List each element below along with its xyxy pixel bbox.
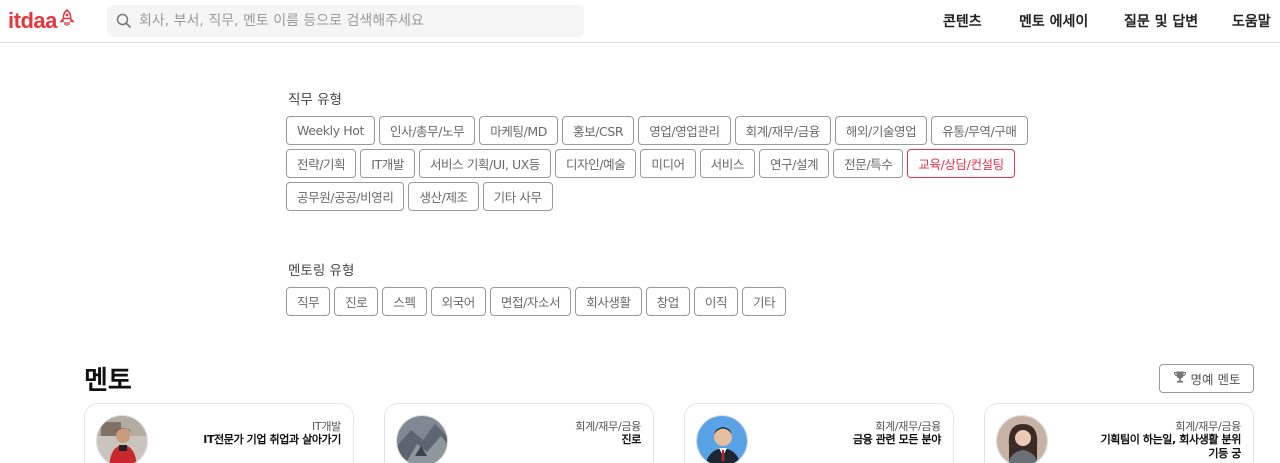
trophy-icon bbox=[1173, 370, 1187, 387]
search-input[interactable] bbox=[139, 6, 579, 36]
mentoring-type-title: 멘토링 유형 bbox=[288, 263, 355, 279]
job-chip-pr[interactable]: 홍보/CSR bbox=[562, 116, 635, 145]
avatar bbox=[396, 415, 448, 463]
nav-help[interactable]: 도움말 bbox=[1232, 0, 1271, 42]
job-chip-marketing[interactable]: 마케팅/MD bbox=[479, 116, 559, 145]
mentor-card[interactable]: 회계/재무/금융 진로 bbox=[384, 403, 654, 463]
mentoring-chip-job-change[interactable]: 이직 bbox=[693, 287, 739, 316]
mentoring-chip-other[interactable]: 기타 bbox=[742, 287, 787, 316]
job-chip-media[interactable]: 미디어 bbox=[640, 149, 696, 178]
avatar bbox=[96, 415, 148, 463]
job-chip-service-planning[interactable]: 서비스 기획/UI, UX등 bbox=[418, 149, 552, 178]
mentoring-chip-work-life[interactable]: 회사생활 bbox=[575, 287, 642, 316]
mentoring-chip-language[interactable]: 외국어 bbox=[430, 287, 486, 316]
job-chip-it-dev[interactable]: IT개발 bbox=[360, 149, 415, 178]
mentor-card[interactable]: 회계/재무/금융 기획팀이 하는일, 회사생활 분위기등 궁 bbox=[984, 403, 1254, 463]
job-chip-overseas-sales[interactable]: 해외/기술영업 bbox=[834, 116, 928, 145]
job-chip-manufacturing[interactable]: 생산/제조 bbox=[408, 182, 479, 211]
mentor-category: IT개발 bbox=[311, 420, 341, 433]
mentor-title: IT전문가 기업 취업과 살아가기 bbox=[203, 433, 341, 446]
search-bar[interactable] bbox=[107, 5, 584, 37]
nav-mentor-essay[interactable]: 멘토 에세이 bbox=[1019, 0, 1088, 42]
mentor-category: 회계/재무/금융 bbox=[875, 420, 941, 433]
job-chip-strategy[interactable]: 전략/기획 bbox=[286, 149, 357, 178]
mentor-section-title: 멘토 bbox=[84, 366, 132, 396]
job-chip-sales[interactable]: 영업/영업관리 bbox=[638, 116, 731, 145]
job-type-chips: Weekly Hot 인사/총무/노무 마케팅/MD 홍보/CSR 영업/영업관… bbox=[286, 116, 1086, 211]
mentor-title: 진로 bbox=[621, 433, 642, 446]
mentoring-chip-spec[interactable]: 스펙 bbox=[382, 287, 427, 316]
top-header: itdaa 콘텐츠 멘토 에세이 질문 및 답변 도움말 bbox=[0, 0, 1280, 43]
search-icon bbox=[116, 13, 132, 29]
mentor-title: 금융 관련 모든 분야 bbox=[852, 433, 941, 446]
honor-mentor-label: 명예 멘토 bbox=[1190, 372, 1241, 387]
job-chip-weekly-hot[interactable]: Weekly Hot bbox=[286, 116, 376, 145]
mentoring-chip-startup[interactable]: 창업 bbox=[645, 287, 690, 316]
mentor-card[interactable]: 회계/재무/금융 금융 관련 모든 분야 bbox=[684, 403, 954, 463]
logo-rocket-icon bbox=[59, 9, 75, 31]
job-type-title: 직무 유형 bbox=[288, 92, 342, 108]
job-chip-service[interactable]: 서비스 bbox=[699, 149, 755, 178]
mentor-card[interactable]: IT개발 IT전문가 기업 취업과 살아가기 bbox=[84, 403, 354, 463]
nav-contents[interactable]: 콘텐츠 bbox=[943, 0, 982, 42]
job-chip-public[interactable]: 공무원/공공/비영리 bbox=[286, 182, 405, 211]
logo-text: itdaa bbox=[8, 8, 57, 33]
mentoring-chip-interview[interactable]: 면접/자소서 bbox=[489, 287, 572, 316]
itdaa-logo[interactable]: itdaa bbox=[8, 9, 75, 33]
job-chip-finance[interactable]: 회계/재무/금융 bbox=[734, 116, 831, 145]
mentor-category: 회계/재무/금융 bbox=[1175, 420, 1241, 433]
avatar bbox=[696, 415, 748, 463]
mentor-category: 회계/재무/금융 bbox=[575, 420, 641, 433]
job-chip-other-office[interactable]: 기타 사무 bbox=[482, 182, 553, 211]
honor-mentor-button[interactable]: 명예 멘토 bbox=[1159, 364, 1254, 393]
mentoring-type-chips: 직무 진로 스펙 외국어 면접/자소서 회사생활 창업 이직 기타 bbox=[286, 287, 1086, 316]
job-chip-distribution[interactable]: 유통/무역/구매 bbox=[931, 116, 1028, 145]
job-chip-design[interactable]: 디자인/예술 bbox=[555, 149, 637, 178]
mentoring-chip-career[interactable]: 진로 bbox=[334, 287, 379, 316]
nav-qna[interactable]: 질문 및 답변 bbox=[1124, 0, 1198, 42]
job-chip-hr[interactable]: 인사/총무/노무 bbox=[379, 116, 476, 145]
job-chip-special[interactable]: 전문/특수 bbox=[833, 149, 904, 178]
job-chip-education[interactable]: 교육/상담/컨설팅 bbox=[907, 149, 1015, 178]
mentoring-chip-job[interactable]: 직무 bbox=[286, 287, 331, 316]
job-chip-research[interactable]: 연구/설계 bbox=[758, 149, 830, 178]
avatar bbox=[996, 415, 1048, 463]
mentor-title: 기획팀이 하는일, 회사생활 분위기등 궁 bbox=[1100, 433, 1242, 460]
